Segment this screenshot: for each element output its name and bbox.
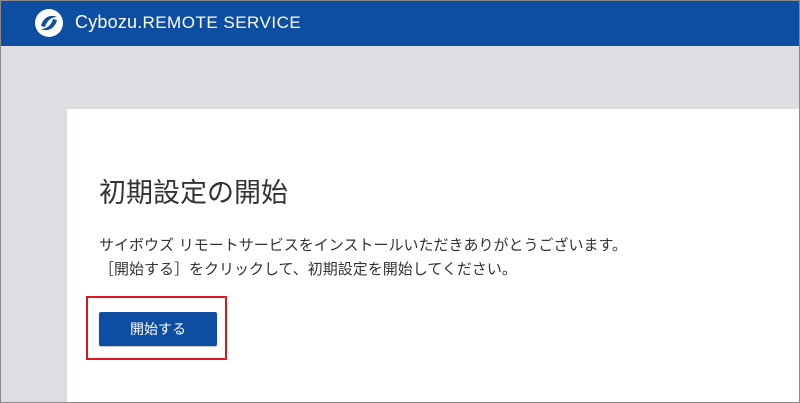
start-button[interactable]: 開始する — [99, 312, 217, 346]
description-line-1: サイボウズ リモートサービスをインストールいただきありがとうございます。 — [99, 236, 627, 254]
service-name: REMOTE SERVICE — [142, 13, 302, 32]
setup-panel: 初期設定の開始 サイボウズ リモートサービスをインストールいただきありがとうござ… — [67, 109, 799, 402]
cybozu-logo-icon — [35, 9, 63, 37]
app-header: Cybozu.REMOTE SERVICE — [1, 1, 799, 46]
service-logo-text: Cybozu.REMOTE SERVICE — [75, 12, 301, 33]
description-line-2: ［開始する］をクリックして、初期設定を開始してください。 — [99, 260, 517, 278]
page-title: 初期設定の開始 — [99, 178, 288, 209]
setup-description: サイボウズ リモートサービスをインストールいただきありがとうございます。 ［開始… — [99, 233, 627, 281]
brand-name: Cybozu. — [75, 12, 143, 32]
